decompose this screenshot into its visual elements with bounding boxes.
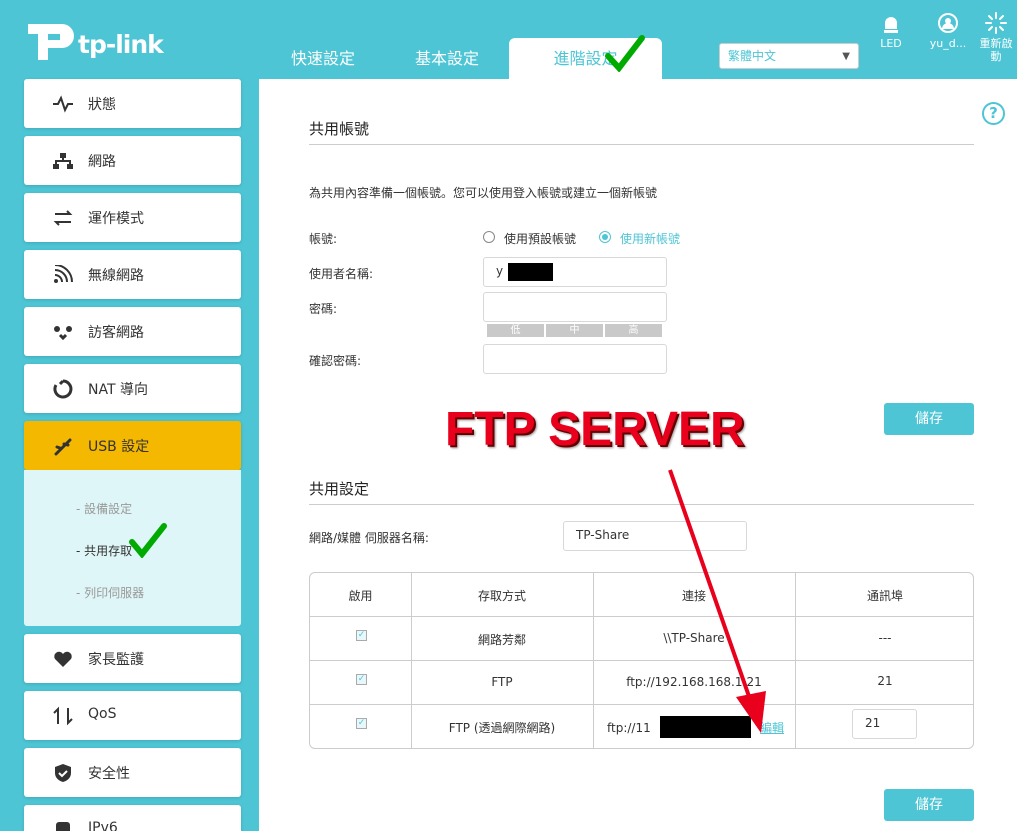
sidebar-item-label: 運作模式 [88, 211, 144, 227]
username-label: 使用者名稱: [309, 267, 374, 281]
led-label: LED [880, 37, 902, 50]
sidebar-item-label: 安全性 [88, 766, 130, 782]
password-input[interactable] [483, 292, 667, 322]
strength-low: 低 [487, 324, 544, 337]
sidebar-subitem-print-server[interactable]: - 列印伺服器 [76, 584, 144, 601]
strength-medium: 中 [546, 324, 603, 337]
sidebar-subitem-label: 共用存取 [84, 544, 133, 558]
server-name-value: TP-Share [576, 528, 630, 542]
table-cell-method: 網路芳鄰 [477, 633, 526, 647]
port-input-value: 21 [865, 716, 881, 730]
led-button[interactable]: LED [871, 12, 911, 50]
green-check-annotation-icon [129, 523, 167, 558]
table-cell-port: --- [878, 631, 892, 645]
enable-checkbox[interactable]: ✓ [356, 718, 367, 729]
tab-basic[interactable]: 基本設定 [384, 38, 510, 79]
tab-quick-setup[interactable]: 快速設定 [258, 38, 388, 79]
reboot-label: 重新啟 動 [979, 37, 1013, 63]
status-icon [53, 95, 73, 113]
sidebar-item-label: USB 設定 [88, 439, 150, 455]
confirm-password-input[interactable] [483, 344, 667, 374]
sidebar-item-operation-mode[interactable]: 運作模式 [24, 193, 241, 242]
sharing-section-title: 共用設定 [309, 480, 370, 498]
parental-control-icon [54, 651, 72, 667]
account-label: 帳號: [309, 232, 338, 246]
server-name-label: 網路/媒體 伺服器名稱: [309, 531, 429, 545]
usb-icon [54, 438, 72, 456]
sidebar-item-usb[interactable]: USB 設定 [24, 421, 241, 470]
sharing-table: 啟用 存取方式 連接 通訊埠 ✓ 網路芳鄰 \\TP-Share --- ✓ F… [309, 572, 974, 749]
password-label: 密碼: [309, 302, 338, 316]
enable-checkbox[interactable]: ✓ [356, 630, 367, 641]
sidebar-item-label: IPv6 [88, 820, 118, 831]
table-cell-port: 21 [877, 674, 893, 688]
sidebar-subitem-device-settings[interactable]: - 設備設定 [76, 500, 132, 517]
sidebar-subitem-sharing-access[interactable]: - 共用存取 [76, 542, 132, 559]
language-select[interactable]: 繁體中文 ▼ [719, 43, 859, 69]
enable-checkbox[interactable]: ✓ [356, 674, 367, 685]
sidebar-item-security[interactable]: 安全性 [24, 748, 241, 797]
reboot-button[interactable]: 重新啟 動 [976, 12, 1016, 63]
username-value: y [496, 264, 504, 278]
sidebar-item-guest-network[interactable]: 訪客網路 [24, 307, 241, 356]
save-account-button[interactable]: 儲存 [884, 403, 974, 435]
divider [309, 504, 974, 505]
sidebar-item-status[interactable]: 狀態 [24, 79, 241, 128]
sidebar-item-label: 狀態 [88, 97, 116, 113]
sidebar-item-qos[interactable]: QoS [24, 691, 241, 740]
reboot-icon [985, 12, 1007, 34]
default-account-radio[interactable] [483, 231, 495, 243]
language-select-value: 繁體中文 [728, 49, 777, 63]
sidebar-item-label: QoS [88, 706, 117, 722]
network-icon [53, 153, 73, 169]
port-input[interactable]: 21 [852, 709, 917, 739]
redaction-block [508, 263, 553, 281]
sidebar-item-ipv6[interactable]: IPv6 [24, 805, 241, 831]
tp-link-logo-icon [28, 24, 74, 60]
sidebar-item-network[interactable]: 網路 [24, 136, 241, 185]
default-account-label[interactable]: 使用預設帳號 [504, 230, 576, 247]
column-header: 存取方式 [477, 589, 526, 603]
sidebar-item-label: 訪客網路 [88, 325, 144, 341]
red-arrow-annotation-icon [668, 469, 766, 733]
led-icon [884, 17, 898, 33]
new-account-label[interactable]: 使用新帳號 [620, 230, 680, 247]
table-cell-method: FTP (透過網際網路) [448, 721, 556, 735]
qos-icon [53, 706, 73, 726]
sidebar-item-label: 網路 [88, 154, 116, 170]
table-cell-link: ftp://11 [607, 721, 651, 735]
new-account-radio[interactable] [599, 231, 611, 243]
operation-mode-icon [53, 210, 73, 226]
column-header: 啟用 [348, 589, 373, 603]
user-icon [938, 13, 958, 33]
user-label: yu_d... [929, 37, 967, 50]
strength-high: 高 [605, 324, 662, 337]
confirm-password-label: 確認密碼: [309, 354, 362, 368]
sidebar-item-nat[interactable]: NAT 導向 [24, 364, 241, 413]
save-sharing-button[interactable]: 儲存 [884, 789, 974, 821]
sidebar-item-label: 無線網路 [88, 268, 144, 284]
logo-text: tp-link [78, 30, 164, 59]
help-icon[interactable]: ? [982, 102, 1005, 125]
sidebar-subitem-label: 設備設定 [84, 502, 133, 516]
account-section-title: 共用帳號 [309, 120, 370, 138]
security-icon [55, 764, 71, 782]
divider [309, 144, 974, 145]
ipv6-icon [56, 822, 70, 831]
user-button[interactable]: yu_d... [923, 12, 973, 50]
sidebar-item-parental-control[interactable]: 家長監護 [24, 634, 241, 683]
chevron-down-icon: ▼ [842, 51, 850, 62]
table-cell-method: FTP [491, 675, 513, 689]
wireless-icon [54, 265, 73, 283]
column-header: 通訊埠 [866, 589, 903, 603]
sidebar-item-label: 家長監護 [88, 652, 144, 668]
sidebar-item-label: NAT 導向 [88, 382, 148, 398]
ftp-server-annotation: FTP SERVER [445, 403, 745, 456]
account-description: 為共用內容準備一個帳號。您可以使用登入帳號或建立一個新帳號 [309, 186, 658, 200]
green-check-annotation-icon [605, 35, 645, 72]
guest-network-icon [54, 326, 72, 341]
sidebar-item-wireless[interactable]: 無線網路 [24, 250, 241, 299]
sidebar-subitem-label: 列印伺服器 [84, 586, 145, 600]
nat-icon [53, 379, 73, 399]
